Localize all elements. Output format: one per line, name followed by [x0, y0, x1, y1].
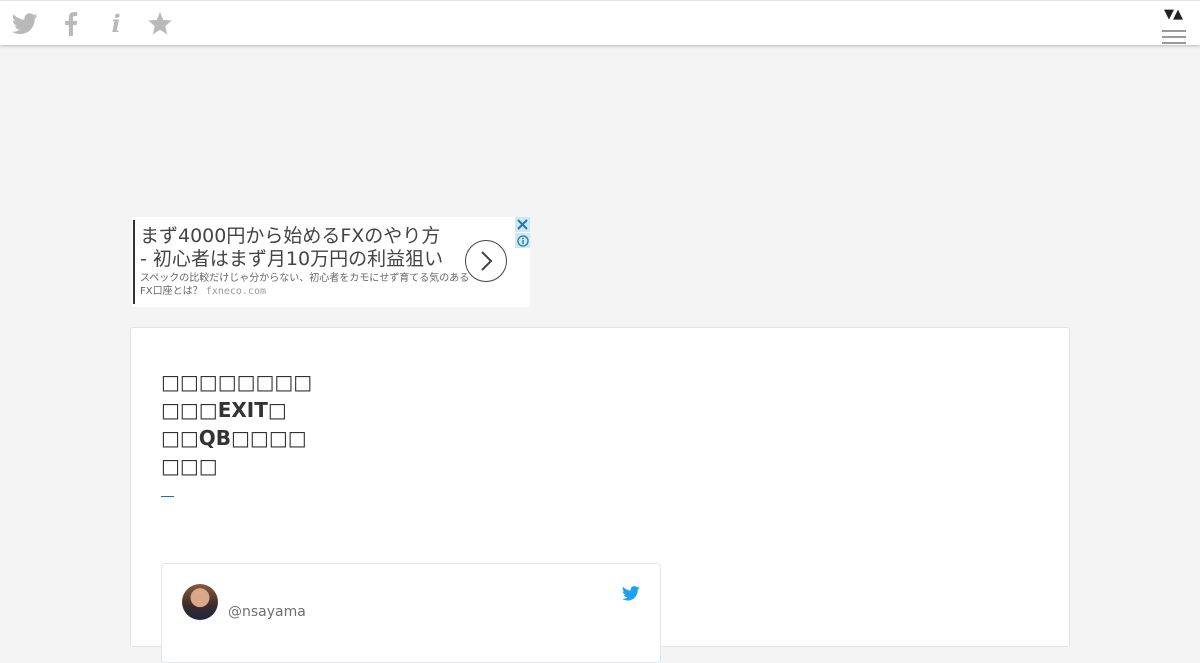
title-line: □□□EXIT□: [161, 398, 287, 422]
ad-description: スペックの比較だけじゃ分からない、初心者をカモにせず育てる気のあるFX口座とは？…: [140, 272, 470, 298]
close-icon: [517, 219, 528, 230]
ad-headline-2[interactable]: - 初心者はまず月10万円の利益狙い: [140, 248, 443, 271]
ad-description-text: スペックの比較だけじゃ分からない、初心者をカモにせず育てる気のあるFX口座とは？: [140, 273, 470, 297]
title-line: □□□□□□□□: [161, 370, 313, 394]
star-icon[interactable]: [147, 11, 173, 37]
embedded-tweet[interactable]: @nsayama: [161, 563, 661, 663]
info-glyph: i: [111, 9, 121, 38]
article-card: □□□□□□□□ □□□EXIT□ □□QB□□□□ □□□ @nsayama: [130, 327, 1070, 663]
ad-domain: fxneco.com: [205, 286, 267, 297]
twitter-bird-icon[interactable]: [621, 586, 640, 605]
ad-open-button[interactable]: [465, 240, 507, 282]
facebook-icon[interactable]: [58, 11, 84, 37]
top-toolbar: i ▼▲: [0, 0, 1200, 45]
sort-arrows-icon[interactable]: ▼▲: [1164, 8, 1183, 21]
title-divider: [161, 496, 174, 497]
avatar[interactable]: [182, 584, 218, 620]
ad-banner[interactable]: まず4000円から始めるFXのやり方 - 初心者はまず月10万円の利益狙い スペ…: [132, 217, 530, 307]
twitter-icon[interactable]: [12, 11, 38, 37]
ad-choices-button[interactable]: [515, 233, 530, 248]
title-line: □□□: [161, 454, 218, 478]
article-title: □□□□□□□□ □□□EXIT□ □□QB□□□□ □□□: [161, 368, 321, 480]
ad-accent-bar: [133, 220, 135, 304]
menu-icon[interactable]: [1162, 30, 1186, 48]
title-line: □□QB□□□□: [161, 426, 307, 450]
ad-close-button[interactable]: [515, 217, 530, 232]
ad-info-icon: [516, 234, 529, 247]
info-icon[interactable]: i: [103, 11, 129, 37]
chevron-right-icon: [481, 251, 493, 271]
tweet-handle[interactable]: @nsayama: [228, 604, 306, 620]
ad-headline-1[interactable]: まず4000円から始めるFXのやり方: [140, 225, 470, 248]
